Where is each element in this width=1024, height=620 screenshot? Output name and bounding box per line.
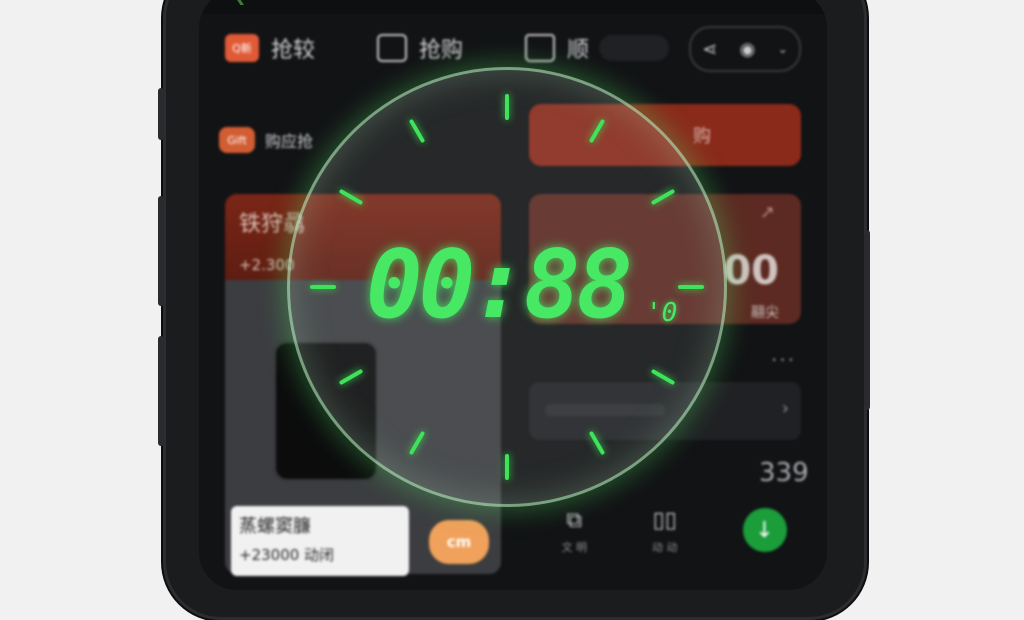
- trend-icon: ↗: [759, 202, 775, 223]
- countdown-timer-unit: '0: [646, 298, 678, 328]
- header-actions[interactable]: ⋖ ◉ ⌄: [689, 26, 801, 72]
- bottom-item-download[interactable]: ↓: [742, 508, 787, 552]
- tab-deals[interactable]: Q新 抢较: [225, 30, 315, 66]
- stats-label: 翮尖: [751, 305, 779, 321]
- timer-tick: [505, 94, 509, 120]
- chevron-down-icon[interactable]: ⌄: [778, 42, 788, 56]
- more-icon[interactable]: ...: [771, 342, 796, 366]
- chevron-right-icon: ›: [781, 398, 789, 419]
- volume-up-button: [158, 196, 164, 306]
- timer-icon: ▯▯: [652, 508, 677, 533]
- price-value: 339: [759, 458, 809, 488]
- banner-right-text: 购: [693, 126, 711, 147]
- download-icon: ↓: [742, 508, 787, 552]
- gift-logo-icon: Gift: [219, 127, 255, 153]
- timer-tick: [505, 454, 509, 480]
- gift-icon: ⧉: [566, 508, 583, 533]
- product-card-footer: 蒸螺窦臁 +23000 动闭: [239, 512, 334, 565]
- bottom-item-gift[interactable]: ⧉ 文 明: [562, 508, 588, 555]
- stats-value: 00: [723, 248, 779, 294]
- bottom-item-timer[interactable]: ▯▯ 动 动: [652, 508, 678, 555]
- cart-button[interactable]: cm: [429, 520, 489, 564]
- timer-tick: [678, 285, 704, 289]
- volume-down-button: [158, 336, 164, 446]
- share-icon[interactable]: ⋖: [702, 39, 717, 60]
- timer-tick: [310, 285, 336, 289]
- bottom-item-timer-label: 动 动: [652, 541, 678, 554]
- tab-shun-label: 顺: [567, 38, 590, 63]
- banner-left-text: 购应抢: [265, 132, 314, 151]
- bottom-item-gift-label: 文 明: [561, 541, 588, 554]
- tab-deals-label: 抢较: [271, 38, 316, 63]
- countdown-timer-display: 00:88: [366, 231, 633, 340]
- tab-flash-sale[interactable]: 抢购: [377, 30, 463, 66]
- bottom-action-bar: ⧉ 文 明 ▯▯ 动 动 ↓: [529, 508, 819, 578]
- tab-flash-sale-label: 抢购: [419, 38, 464, 63]
- app-logo-icon: Q新: [225, 34, 259, 62]
- mute-switch: [158, 88, 164, 140]
- power-button: [864, 230, 870, 410]
- tab-pill: [599, 35, 670, 61]
- eye-icon[interactable]: ◉: [740, 39, 756, 60]
- lock-icon: [525, 34, 555, 62]
- product-sales: +23000 动闭: [239, 546, 335, 564]
- tab-shun[interactable]: 顺: [525, 30, 670, 66]
- tv-icon: [377, 34, 407, 62]
- product-name: 蒸螺窦臁: [239, 516, 311, 537]
